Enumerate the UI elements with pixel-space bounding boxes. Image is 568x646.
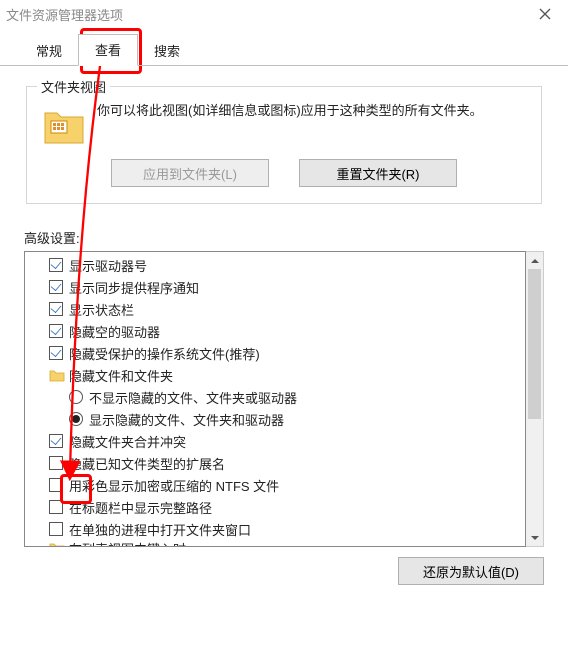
window-title: 文件资源管理器选项 [6,5,123,24]
folder-node-icon [49,368,65,382]
window-titlebar: 文件资源管理器选项 [0,0,568,28]
scroll-thumb[interactable] [528,269,541,419]
tree-item-label: 在单独的进程中打开文件夹窗口 [69,520,251,539]
tree-item-label: 隐藏受保护的操作系统文件(推荐) [69,344,260,363]
tree-item-label: 显示驱动器号 [69,256,147,275]
advanced-settings-label: 高级设置: [24,228,544,247]
checkbox-icon[interactable] [49,478,63,492]
tab-general[interactable]: 常规 [20,36,78,66]
tree-item-label: 显示状态栏 [69,300,134,319]
tree-item-label: 显示同步提供程序通知 [69,278,199,297]
checkbox-icon[interactable] [49,500,63,514]
tree-item-label: 隐藏文件和文件夹 [69,366,173,385]
checkbox-icon[interactable] [49,346,63,360]
chevron-up-icon [531,257,539,265]
tree-item-label: 隐藏空的驱动器 [69,322,160,341]
tab-strip: 常规 查看 搜索 [20,36,568,66]
tree-row[interactable]: 显示隐藏的文件、文件夹和驱动器 [25,408,525,430]
checkbox-icon[interactable] [49,434,63,448]
folder-views-group: 文件夹视图 你可以将此视图(如详细信息或图标)应用于这种类型的所有文件夹。 应用… [26,86,542,204]
tree-item-label: 显示隐藏的文件、文件夹和驱动器 [89,410,284,429]
checkbox-icon[interactable] [49,522,63,536]
scroll-track[interactable] [526,269,543,529]
window-close-button[interactable] [522,0,568,28]
checkbox-icon[interactable] [49,324,63,338]
apply-to-folders-button[interactable]: 应用到文件夹(L) [111,159,269,187]
tree-row[interactable]: 隐藏空的驱动器 [25,320,525,342]
tree-item-label: 不显示隐藏的文件、文件夹或驱动器 [89,388,297,407]
radio-icon[interactable] [69,390,83,404]
tree-row[interactable]: 显示驱动器号 [25,254,525,276]
tree-row[interactable]: 隐藏受保护的操作系统文件(推荐) [25,342,525,364]
tree-item-label: 在列表视图中键入时 [69,539,186,548]
list-scrollbar[interactable] [526,251,544,547]
tree-row[interactable]: 隐藏文件和文件夹 [25,364,525,386]
tab-view[interactable]: 查看 [78,34,138,66]
chevron-down-icon [531,534,539,542]
checkbox-icon[interactable] [49,258,63,272]
tree-row[interactable]: 用彩色显示加密或压缩的 NTFS 文件 [25,474,525,496]
folder-node-icon [49,541,65,547]
scroll-down-button[interactable] [526,529,543,546]
tab-search[interactable]: 搜索 [138,36,196,66]
tree-item-label: 隐藏文件夹合并冲突 [69,432,186,451]
folder-icon [43,103,85,145]
restore-defaults-button[interactable]: 还原为默认值(D) [398,557,544,585]
folder-views-icon [43,103,85,145]
tree-row[interactable]: 显示同步提供程序通知 [25,276,525,298]
checkbox-icon[interactable] [49,280,63,294]
advanced-settings-list[interactable]: 显示驱动器号显示同步提供程序通知显示状态栏隐藏空的驱动器隐藏受保护的操作系统文件… [24,251,526,547]
tree-row[interactable]: 不显示隐藏的文件、文件夹或驱动器 [25,386,525,408]
checkbox-icon[interactable] [49,302,63,316]
advanced-settings-list-wrap: 显示驱动器号显示同步提供程序通知显示状态栏隐藏空的驱动器隐藏受保护的操作系统文件… [24,251,544,547]
tab-content-view: 文件夹视图 你可以将此视图(如详细信息或图标)应用于这种类型的所有文件夹。 应用… [0,66,568,585]
scroll-up-button[interactable] [526,252,543,269]
tree-item-label: 隐藏已知文件类型的扩展名 [69,454,225,473]
tree-row[interactable]: 在标题栏中显示完整路径 [25,496,525,518]
tree-item-label: 用彩色显示加密或压缩的 NTFS 文件 [69,476,279,495]
tree-item-label: 在标题栏中显示完整路径 [69,498,212,517]
tree-row[interactable]: 隐藏文件夹合并冲突 [25,430,525,452]
checkbox-icon[interactable] [49,456,63,470]
folder-views-group-title: 文件夹视图 [37,77,110,96]
tree-row-cutoff: 在列表视图中键入时 [25,537,186,547]
radio-icon[interactable] [69,412,83,426]
tree-row[interactable]: 隐藏已知文件类型的扩展名 [25,452,525,474]
folder-views-description: 你可以将此视图(如详细信息或图标)应用于这种类型的所有文件夹。 [97,101,483,145]
tree-row[interactable]: 显示状态栏 [25,298,525,320]
close-icon [539,8,551,20]
reset-folders-button[interactable]: 重置文件夹(R) [299,159,457,187]
